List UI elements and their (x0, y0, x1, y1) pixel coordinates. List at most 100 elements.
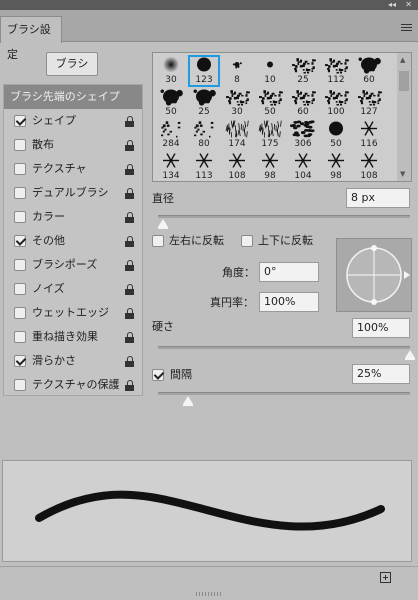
collapse-icon[interactable]: ◂◂ (388, 0, 396, 10)
brush-tip[interactable]: 127 (353, 87, 385, 119)
option-checkbox[interactable] (14, 235, 26, 247)
option-row[interactable]: テクスチャの保護 (4, 373, 142, 397)
option-row[interactable]: デュアルブラシ (4, 181, 142, 205)
option-checkbox[interactable] (14, 259, 26, 271)
brush-tip[interactable]: 134 (155, 151, 187, 181)
brush-tip[interactable]: 10 (254, 55, 286, 87)
brush-presets-button[interactable]: ブラシ (46, 52, 98, 76)
brush-tip-shape-icon (356, 88, 383, 109)
option-checkbox[interactable] (14, 331, 26, 343)
brush-tip-size: 98 (330, 171, 342, 181)
spacing-slider[interactable] (158, 392, 410, 395)
hardness-field[interactable]: 100% (352, 318, 410, 338)
lock-icon[interactable] (125, 236, 134, 247)
option-label: テクスチャ (32, 162, 87, 175)
brush-tip[interactable]: 116 (353, 119, 385, 151)
brush-tip[interactable]: 98 (320, 151, 352, 181)
brush-tip-shape-icon (356, 152, 382, 173)
brush-tip[interactable]: 98 (254, 151, 286, 181)
angle-field[interactable]: 0° (259, 262, 319, 282)
lock-icon[interactable] (125, 212, 134, 223)
angle-roundness-widget[interactable] (336, 238, 412, 312)
brush-tip[interactable]: 25 (188, 87, 220, 119)
brush-tip[interactable]: 30 (221, 87, 253, 119)
brush-tip[interactable]: 306 (287, 119, 319, 151)
brush-tip[interactable]: 174 (221, 119, 253, 151)
option-row[interactable]: 滑らかさ (4, 349, 142, 373)
lock-icon[interactable] (125, 332, 134, 343)
panel-menu-icon[interactable] (401, 24, 412, 33)
brush-tip[interactable]: 112 (320, 55, 352, 87)
option-checkbox[interactable] (14, 139, 26, 151)
brush-tip[interactable]: 284 (155, 119, 187, 151)
brush-tip[interactable]: 50 (320, 119, 352, 151)
lock-icon[interactable] (125, 164, 134, 175)
hardness-slider[interactable] (158, 346, 410, 349)
flip-y-checkbox[interactable] (241, 235, 253, 247)
brush-tip[interactable]: 30 (155, 55, 187, 87)
scroll-up-icon[interactable]: ▲ (400, 56, 405, 64)
close-icon[interactable]: ✕ (405, 0, 412, 10)
brush-tip[interactable]: 113 (188, 151, 220, 181)
resize-grip[interactable] (196, 592, 222, 596)
brush-tip-shape-icon (290, 56, 317, 77)
brush-tip[interactable]: 60 (353, 55, 385, 87)
scroll-thumb[interactable] (399, 71, 409, 91)
lock-icon[interactable] (125, 284, 134, 295)
size-slider[interactable] (158, 215, 410, 218)
option-checkbox[interactable] (14, 115, 26, 127)
option-checkbox[interactable] (14, 163, 26, 175)
tab-brush-settings[interactable]: ブラシ設定 (0, 16, 62, 61)
lock-icon[interactable] (125, 188, 134, 199)
lock-icon[interactable] (125, 140, 134, 151)
brush-tip[interactable]: 100 (320, 87, 352, 119)
lock-icon[interactable] (125, 260, 134, 271)
brush-tip[interactable]: 50 (254, 87, 286, 119)
brush-tip-grid[interactable]: ▲ ▼ 30 123 8 10 25 112 60 50 25 30 50 60 100 127 284 80… (152, 52, 412, 182)
brush-tip[interactable]: 123 (188, 55, 220, 87)
size-field[interactable]: 8 px (346, 188, 410, 208)
option-row[interactable]: 散布 (4, 133, 142, 157)
size-slider-thumb[interactable] (158, 219, 169, 229)
option-row[interactable]: テクスチャ (4, 157, 142, 181)
spacing-slider-thumb[interactable] (183, 396, 194, 406)
angle-dial-icon[interactable] (337, 239, 413, 313)
brush-tip-shape-icon (323, 152, 349, 173)
option-checkbox[interactable] (14, 355, 26, 367)
option-row[interactable]: シェイプ (4, 109, 142, 133)
brush-tip-size: 123 (195, 75, 213, 85)
scroll-down-icon[interactable]: ▼ (400, 170, 405, 178)
brush-tip[interactable]: 108 (353, 151, 385, 181)
option-row[interactable]: カラー (4, 205, 142, 229)
brush-tip[interactable]: 25 (287, 55, 319, 87)
brush-tip[interactable]: 108 (221, 151, 253, 181)
spacing-field[interactable]: 25% (352, 364, 410, 384)
brush-tip[interactable]: 50 (155, 87, 187, 119)
option-checkbox[interactable] (14, 307, 26, 319)
option-row[interactable]: ブラシポーズ (4, 253, 142, 277)
option-tip-shape[interactable]: ブラシ先端のシェイプ (4, 85, 142, 109)
brush-tip[interactable]: 104 (287, 151, 319, 181)
brush-tip[interactable]: 80 (188, 119, 220, 151)
option-checkbox[interactable] (14, 379, 26, 391)
option-row[interactable]: 重ね描き効果 (4, 325, 142, 349)
flip-x-checkbox[interactable] (152, 235, 164, 247)
option-row[interactable]: ウェットエッジ (4, 301, 142, 325)
lock-icon[interactable] (125, 116, 134, 127)
option-checkbox[interactable] (14, 283, 26, 295)
spacing-checkbox[interactable] (152, 369, 164, 381)
option-checkbox[interactable] (14, 187, 26, 199)
brush-tip[interactable]: 175 (254, 119, 286, 151)
option-row[interactable]: ノイズ (4, 277, 142, 301)
hardness-slider-thumb[interactable] (405, 350, 415, 360)
lock-icon[interactable] (125, 356, 134, 367)
roundness-field[interactable]: 100% (259, 292, 319, 312)
option-row[interactable]: その他 (4, 229, 142, 253)
brush-tip[interactable]: 8 (221, 55, 253, 87)
grid-scrollbar[interactable]: ▲ ▼ (397, 53, 411, 181)
new-brush-icon[interactable] (380, 572, 391, 583)
lock-icon[interactable] (125, 380, 134, 391)
option-checkbox[interactable] (14, 211, 26, 223)
brush-tip[interactable]: 60 (287, 87, 319, 119)
lock-icon[interactable] (125, 308, 134, 319)
